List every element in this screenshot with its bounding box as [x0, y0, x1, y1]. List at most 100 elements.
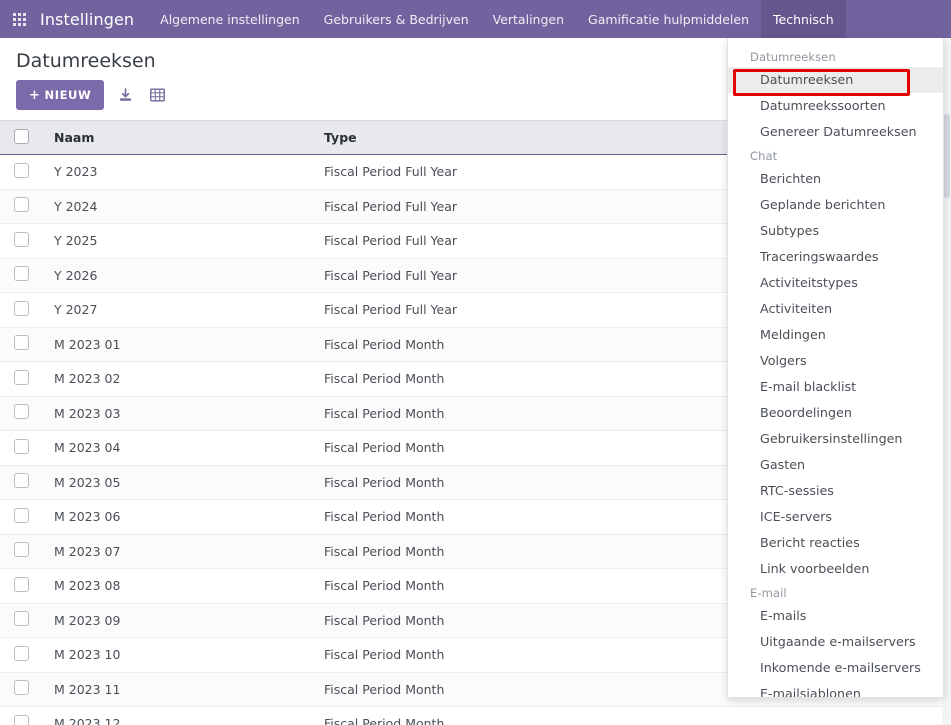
cell-type: Fiscal Period Month	[316, 672, 716, 707]
row-checkbox[interactable]	[14, 335, 29, 350]
row-select-cell	[0, 672, 46, 707]
nav-tab-label: Gebruikers & Bedrijven	[324, 12, 469, 27]
nav-tab-algemene-instellingen[interactable]: Algemene instellingen	[148, 0, 312, 38]
row-checkbox[interactable]	[14, 473, 29, 488]
menu-item-berichten[interactable]: Berichten	[728, 166, 943, 192]
column-header-type[interactable]: Type	[316, 121, 716, 155]
cell-naam: M 2023 12	[46, 707, 316, 725]
apps-grid-icon	[13, 13, 26, 26]
row-checkbox[interactable]	[14, 197, 29, 212]
cell-type: Fiscal Period Month	[316, 431, 716, 466]
plus-icon: +	[29, 89, 41, 102]
cell-naam: M 2023 08	[46, 569, 316, 604]
menu-item-subtypes[interactable]: Subtypes	[728, 218, 943, 244]
menu-item-inkomende-e-mailservers[interactable]: Inkomende e-mailservers	[728, 655, 943, 681]
row-select-cell	[0, 258, 46, 293]
cell-type: Fiscal Period Full Year	[316, 189, 716, 224]
cell-naam: M 2023 06	[46, 500, 316, 535]
cell-spacer	[716, 707, 951, 725]
menu-item-gebruikersinstellingen[interactable]: Gebruikersinstellingen	[728, 426, 943, 452]
row-checkbox[interactable]	[14, 611, 29, 626]
new-button-label: NIEUW	[45, 88, 92, 102]
row-checkbox[interactable]	[14, 680, 29, 695]
cell-type: Fiscal Period Full Year	[316, 293, 716, 328]
cell-type: Fiscal Period Month	[316, 603, 716, 638]
row-checkbox[interactable]	[14, 370, 29, 385]
menu-section-header: E-mail	[728, 582, 943, 603]
row-select-cell	[0, 362, 46, 397]
menu-item-ice-servers[interactable]: ICE-servers	[728, 504, 943, 530]
row-checkbox[interactable]	[14, 163, 29, 178]
row-select-cell	[0, 396, 46, 431]
cell-naam: M 2023 03	[46, 396, 316, 431]
select-all-checkbox[interactable]	[14, 129, 29, 144]
row-checkbox[interactable]	[14, 404, 29, 419]
menu-item-gasten[interactable]: Gasten	[728, 452, 943, 478]
nav-tab-gamificatie-hulpmiddelen[interactable]: Gamificatie hulpmiddelen	[576, 0, 761, 38]
cell-naam: Y 2026	[46, 258, 316, 293]
row-checkbox[interactable]	[14, 266, 29, 281]
row-select-cell	[0, 431, 46, 466]
menu-item-datumreeksen[interactable]: Datumreeksen	[728, 67, 943, 93]
menu-item-rtc-sessies[interactable]: RTC-sessies	[728, 478, 943, 504]
row-select-cell	[0, 465, 46, 500]
nav-tab-gebruikers-bedrijven[interactable]: Gebruikers & Bedrijven	[312, 0, 481, 38]
row-checkbox[interactable]	[14, 508, 29, 523]
select-all-header	[0, 121, 46, 155]
row-select-cell	[0, 327, 46, 362]
import-download-icon[interactable]	[114, 84, 136, 106]
cell-naam: M 2023 09	[46, 603, 316, 638]
app-root: Instellingen Algemene instellingenGebrui…	[0, 0, 951, 725]
technisch-dropdown-menu: DatumreeksenDatumreeksenDatumreekssoorte…	[727, 38, 944, 698]
menu-item-beoordelingen[interactable]: Beoordelingen	[728, 400, 943, 426]
nav-tab-label: Vertalingen	[493, 12, 564, 27]
nav-tab-technisch[interactable]: Technisch	[761, 0, 846, 38]
menu-item-traceringswaardes[interactable]: Traceringswaardes	[728, 244, 943, 270]
new-button[interactable]: + NIEUW	[16, 80, 104, 110]
scrollbar-thumb[interactable]	[943, 114, 950, 198]
cell-naam: M 2023 11	[46, 672, 316, 707]
menu-section-header: Chat	[728, 145, 943, 166]
menu-item-datumreekssoorten[interactable]: Datumreekssoorten	[728, 93, 943, 119]
menu-item-genereer-datumreeksen[interactable]: Genereer Datumreeksen	[728, 119, 943, 145]
row-select-cell	[0, 534, 46, 569]
menu-item-e-mail-blacklist[interactable]: E-mail blacklist	[728, 374, 943, 400]
cell-type: Fiscal Period Month	[316, 362, 716, 397]
row-select-cell	[0, 707, 46, 725]
cell-naam: M 2023 07	[46, 534, 316, 569]
menu-item-geplande-berichten[interactable]: Geplande berichten	[728, 192, 943, 218]
cell-naam: Y 2024	[46, 189, 316, 224]
table-row[interactable]: M 2023 12Fiscal Period Month	[0, 707, 951, 725]
cell-type: Fiscal Period Month	[316, 465, 716, 500]
row-checkbox[interactable]	[14, 646, 29, 661]
row-checkbox[interactable]	[14, 301, 29, 316]
menu-item-meldingen[interactable]: Meldingen	[728, 322, 943, 348]
row-select-cell	[0, 293, 46, 328]
menu-item-link-voorbeelden[interactable]: Link voorbeelden	[728, 556, 943, 582]
nav-tab-label: Algemene instellingen	[160, 12, 300, 27]
menu-item-e-mailsjablonen[interactable]: E-mailsjablonen	[728, 681, 943, 698]
menu-item-uitgaande-e-mailservers[interactable]: Uitgaande e-mailservers	[728, 629, 943, 655]
cell-naam: Y 2023	[46, 155, 316, 190]
nav-tab-vertalingen[interactable]: Vertalingen	[481, 0, 576, 38]
menu-item-activiteitstypes[interactable]: Activiteitstypes	[728, 270, 943, 296]
menu-item-bericht-reacties[interactable]: Bericht reacties	[728, 530, 943, 556]
apps-menu-button[interactable]	[0, 0, 38, 38]
cell-type: Fiscal Period Month	[316, 327, 716, 362]
cell-naam: M 2023 02	[46, 362, 316, 397]
row-select-cell	[0, 155, 46, 190]
list-view-icon[interactable]	[146, 84, 168, 106]
row-checkbox[interactable]	[14, 232, 29, 247]
row-checkbox[interactable]	[14, 439, 29, 454]
navbar-tabs: Algemene instellingen Gebruikers & Bedrij…	[148, 0, 846, 38]
row-checkbox[interactable]	[14, 542, 29, 557]
menu-item-volgers[interactable]: Volgers	[728, 348, 943, 374]
cell-naam: Y 2027	[46, 293, 316, 328]
menu-item-e-mails[interactable]: E-mails	[728, 603, 943, 629]
row-checkbox[interactable]	[14, 715, 29, 725]
column-header-naam[interactable]: Naam	[46, 121, 316, 155]
menu-item-activiteiten[interactable]: Activiteiten	[728, 296, 943, 322]
row-checkbox[interactable]	[14, 577, 29, 592]
cell-naam: M 2023 10	[46, 638, 316, 673]
cell-naam: Y 2025	[46, 224, 316, 259]
